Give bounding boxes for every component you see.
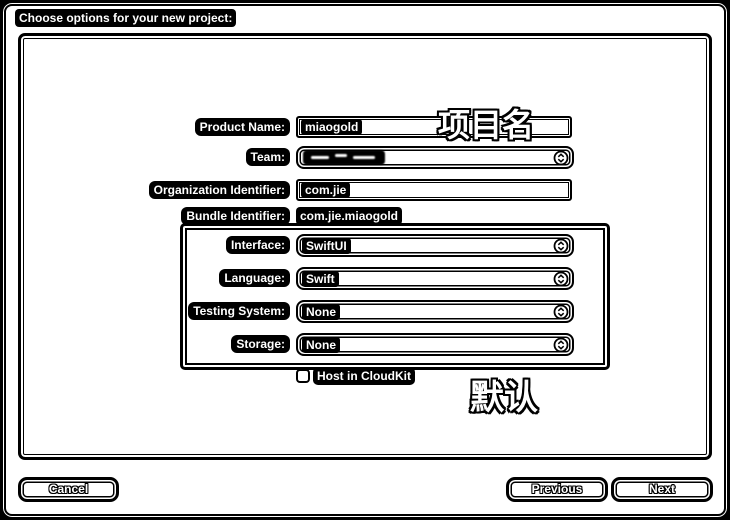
bundle-identifier-value: com.jie.miaogold xyxy=(296,207,403,225)
testing-system-label: Testing System: xyxy=(188,302,290,320)
next-button[interactable]: Next xyxy=(611,477,713,502)
product-name-label: Product Name: xyxy=(194,118,290,136)
interface-label: Interface: xyxy=(225,236,290,254)
testing-system-popup[interactable]: None xyxy=(296,300,574,323)
testing-system-value: None xyxy=(302,303,340,320)
up-down-chevron-icon xyxy=(553,271,569,286)
language-label: Language: xyxy=(219,269,290,287)
cancel-button[interactable]: Cancel xyxy=(18,477,119,502)
previous-button[interactable]: Previous xyxy=(506,477,608,502)
organization-identifier-label: Organization Identifier: xyxy=(148,181,290,199)
team-label: Team: xyxy=(245,148,290,166)
dialog-title: Choose options for your new project: xyxy=(15,9,237,27)
language-value: Swift xyxy=(302,270,339,287)
defaults-annotation: 默认 xyxy=(470,378,538,418)
team-value-redacted xyxy=(303,150,385,165)
up-down-chevron-icon xyxy=(553,337,569,352)
product-name-value: miaogold xyxy=(301,119,363,135)
host-in-cloudkit-label[interactable]: Host in CloudKit xyxy=(313,367,415,385)
organization-identifier-field[interactable]: com.jie xyxy=(296,179,572,201)
up-down-chevron-icon xyxy=(553,304,569,319)
up-down-chevron-icon xyxy=(553,150,569,165)
language-popup[interactable]: Swift xyxy=(296,267,574,290)
storage-value: None xyxy=(302,336,340,353)
host-in-cloudkit-checkbox[interactable] xyxy=(296,369,310,383)
interface-value: SwiftUI xyxy=(302,237,351,254)
storage-label: Storage: xyxy=(231,335,290,353)
storage-popup[interactable]: None xyxy=(296,333,574,356)
team-popup[interactable] xyxy=(296,146,574,169)
interface-popup[interactable]: SwiftUI xyxy=(296,234,574,257)
organization-identifier-value: com.jie xyxy=(301,182,351,198)
bundle-identifier-label: Bundle Identifier: xyxy=(181,207,290,225)
up-down-chevron-icon xyxy=(553,238,569,253)
project-name-annotation: 项目名 xyxy=(438,106,535,144)
